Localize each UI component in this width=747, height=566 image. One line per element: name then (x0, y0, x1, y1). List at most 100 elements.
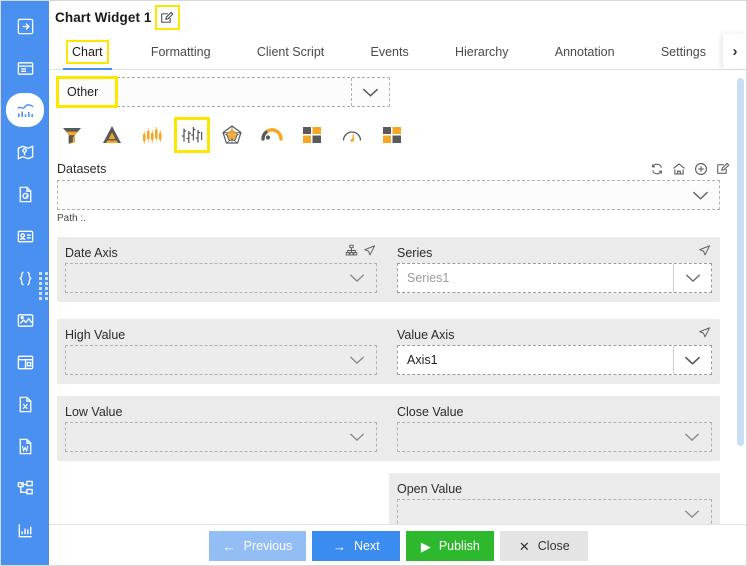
tab-annotation[interactable]: Annotation (548, 34, 622, 69)
chevron-down-icon[interactable] (673, 346, 711, 374)
close-button[interactable]: ✕ Close (500, 531, 589, 561)
date-axis-dropdown[interactable] (65, 263, 377, 293)
close-button-label: Close (537, 539, 570, 553)
chevron-down-icon[interactable] (681, 181, 719, 209)
candlestick-chart-icon[interactable] (137, 120, 167, 150)
series-dropdown[interactable]: Series1 (397, 263, 712, 293)
panel-drag-handle[interactable] (39, 272, 48, 304)
tab-chart-label: Chart (66, 39, 109, 64)
datasets-field (57, 180, 720, 210)
chart-type-selector: Other (56, 76, 390, 108)
tab-gap (112, 34, 144, 69)
send-arrow-icon[interactable] (698, 244, 712, 258)
series-icons (698, 244, 712, 258)
play-icon: ▶ (420, 538, 431, 554)
close-icon: ✕ (518, 538, 530, 554)
chevron-down-icon[interactable] (338, 346, 376, 374)
tab-formatting[interactable]: Formatting (144, 34, 218, 69)
tab-gap (622, 34, 654, 69)
datasets-toolbar (650, 162, 730, 176)
send-arrow-icon[interactable] (363, 244, 377, 258)
date-axis-label: Date Axis (65, 246, 118, 260)
chevron-right-icon[interactable]: › (722, 34, 746, 69)
date-axis-series-panel: Date Axis Series Series1 (57, 237, 720, 302)
low-value-dropdown[interactable] (65, 422, 377, 452)
refresh-icon[interactable] (650, 162, 664, 176)
treemap-chart-icon[interactable] (297, 120, 327, 150)
sidebar-item-logout-arrow[interactable] (8, 9, 42, 43)
close-value-label: Close Value (397, 405, 464, 419)
tab-settings-label: Settings (660, 44, 706, 59)
send-arrow-icon[interactable] (698, 326, 712, 340)
high-value-label: High Value (65, 328, 126, 342)
tab-next-glyph: › (732, 43, 738, 60)
series-label: Series (397, 246, 433, 260)
open-value-label: Open Value (397, 482, 463, 496)
chevron-down-icon[interactable] (673, 500, 711, 524)
chevron-down-icon[interactable] (338, 423, 376, 451)
tab-settings[interactable]: Settings (654, 34, 713, 69)
chevron-down-icon[interactable] (338, 264, 376, 292)
tab-gap (416, 34, 448, 69)
low-close-value-panel: Low Value Close Value (57, 396, 720, 461)
pencil-square-icon[interactable] (154, 5, 180, 30)
hierarchy-icon[interactable] (345, 244, 359, 258)
previous-button[interactable]: ← Previous (208, 531, 307, 561)
chart-type-dropdown[interactable]: Other (57, 77, 390, 107)
publish-button[interactable]: ▶ Publish (406, 531, 495, 561)
sidebar-item-id-card[interactable] (8, 219, 42, 253)
sidebar-item-bar-chart[interactable] (8, 513, 42, 547)
footer-action-bar: ← Previous → Next ▶ Publish ✕ Close (49, 524, 746, 565)
high-value-axis-panel: High Value Value Axis Axis1 (57, 319, 720, 384)
sidebar-item-hierarchy-tree[interactable] (8, 471, 42, 505)
tab-chart[interactable]: Chart (63, 34, 112, 70)
datasets-dropdown[interactable] (57, 180, 720, 210)
funnel-chart-icon[interactable] (57, 120, 87, 150)
settings-scroll-area: Other Datasets Path:. Date Axis Series … (49, 70, 746, 524)
add-circle-icon[interactable] (694, 162, 708, 176)
sidebar-item-document-refresh[interactable] (8, 177, 42, 211)
radar-chart-icon[interactable] (217, 120, 247, 150)
tile-chart-icon[interactable] (377, 120, 407, 150)
sidebar-item-word-document[interactable] (8, 429, 42, 463)
home-icon[interactable] (672, 162, 686, 176)
tab-bar: Chart Formatting Client Script Events Hi… (49, 34, 746, 70)
tab-annotation-label: Annotation (554, 44, 615, 59)
tab-hierarchy[interactable]: Hierarchy (448, 34, 516, 69)
edit-icon[interactable] (716, 162, 730, 176)
sidebar-item-excel-document[interactable] (8, 387, 42, 421)
tab-formatting-label: Formatting (150, 44, 211, 59)
chevron-down-icon[interactable] (673, 264, 711, 292)
sidebar-item-image-chart[interactable] (8, 303, 42, 337)
close-value-dropdown[interactable] (397, 422, 712, 452)
tab-gap (331, 34, 363, 69)
open-value-field: Open Value (397, 482, 712, 524)
semi-gauge-chart-icon[interactable] (257, 120, 287, 150)
open-value-dropdown[interactable] (397, 499, 712, 524)
publish-button-label: Publish (438, 539, 480, 553)
sidebar-item-window-card[interactable] (8, 51, 42, 85)
series-value: Series1 (407, 271, 450, 285)
scrollbar-thumb[interactable] (737, 78, 744, 446)
next-button[interactable]: → Next (312, 531, 401, 561)
gauge-chart-icon[interactable] (337, 120, 367, 150)
arrow-left-icon: ← (222, 538, 236, 554)
chevron-down-icon[interactable] (351, 78, 389, 106)
pyramid-chart-icon[interactable] (97, 120, 127, 150)
sidebar-item-chart-widget[interactable] (6, 93, 44, 127)
chevron-down-icon[interactable] (673, 423, 711, 451)
sidebar-item-code-braces[interactable] (8, 261, 42, 295)
tab-gap (218, 34, 250, 69)
chart-widget-editor: Chart Widget 1 Chart Formatting Client S… (0, 0, 747, 566)
tab-client-script-label: Client Script (256, 44, 325, 59)
ohlc-chart-icon[interactable] (174, 117, 210, 153)
sidebar-item-calendar-table[interactable] (8, 345, 42, 379)
chart-type-icon-strip (57, 115, 407, 155)
vertical-scrollbar[interactable] (737, 78, 744, 446)
sidebar-item-map-widget[interactable] (8, 135, 42, 169)
previous-button-label: Previous (243, 539, 293, 553)
high-value-dropdown[interactable] (65, 345, 377, 375)
tab-events[interactable]: Events (364, 34, 416, 69)
tab-client-script[interactable]: Client Script (250, 34, 331, 69)
value-axis-dropdown[interactable]: Axis1 (397, 345, 712, 375)
